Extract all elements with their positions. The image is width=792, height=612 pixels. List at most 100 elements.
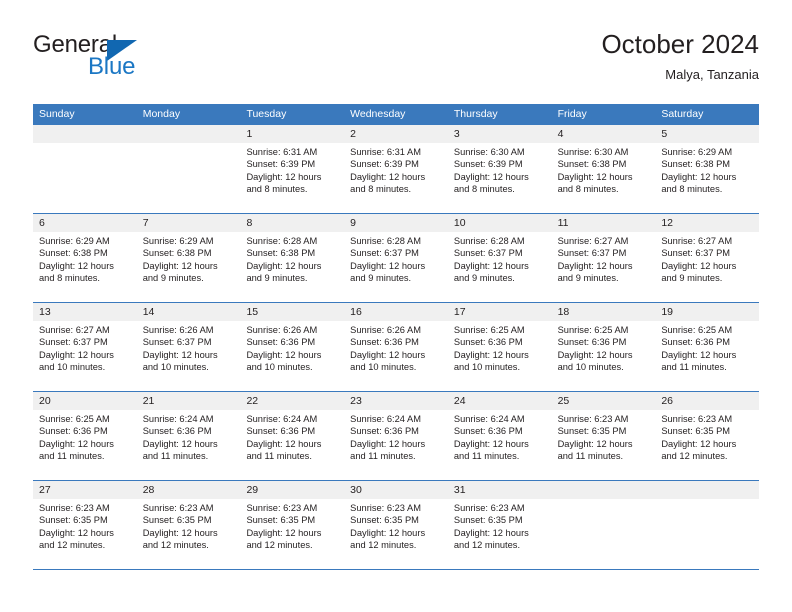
day-cell[interactable]: Sunrise: 6:23 AM Sunset: 6:35 PM Daylight:… xyxy=(655,410,759,480)
day-number[interactable]: 1 xyxy=(240,125,344,143)
day-cell[interactable]: Sunrise: 6:23 AM Sunset: 6:35 PM Daylight:… xyxy=(552,410,656,480)
day-daylight-line-text: and 10 minutes. xyxy=(453,362,521,373)
day-number-empty xyxy=(552,481,656,499)
day-cell[interactable]: Sunrise: 6:26 AM Sunset: 6:37 PM Daylight:… xyxy=(137,321,241,391)
day-number[interactable]: 17 xyxy=(448,303,552,321)
day-sunset-text: Sunset: 6:35 PM xyxy=(142,515,212,526)
day-cell-empty xyxy=(137,143,241,213)
day-number[interactable]: 25 xyxy=(552,392,656,410)
day-cell[interactable]: Sunrise: 6:29 AM Sunset: 6:38 PM Daylight:… xyxy=(655,143,759,213)
day-sunrise-text: Sunrise: 6:29 AM xyxy=(142,236,214,246)
day-cell[interactable]: Sunrise: 6:23 AM Sunset: 6:35 PM Daylight:… xyxy=(137,499,241,569)
day-cell[interactable]: Sunrise: 6:23 AM Sunset: 6:35 PM Daylight:… xyxy=(448,499,552,569)
day-number[interactable]: 8 xyxy=(240,214,344,232)
calendar-grid: Sunday Monday Tuesday Wednesday Thursday Frid… xyxy=(33,104,759,570)
day-cell[interactable]: Sunrise: 6:31 AM Sunset: 6:39 PM Daylight:… xyxy=(344,143,448,213)
day-number[interactable]: 7 xyxy=(137,214,241,232)
day-daylight-line-text: Daylight: 12 hours xyxy=(142,260,218,271)
day-number[interactable]: 4 xyxy=(552,125,656,143)
calendar-weeks: 1 2 3 4 5 Sunrise: 6:31 AM Sunset: 6:39 PM Dayl… xyxy=(33,125,759,570)
day-cell[interactable]: Sunrise: 6:26 AM Sunset: 6:36 PM Daylight:… xyxy=(240,321,344,391)
day-number[interactable]: 6 xyxy=(33,214,137,232)
day-daylight-line-text: and 12 minutes. xyxy=(39,540,106,551)
day-cell[interactable]: Sunrise: 6:25 AM Sunset: 6:36 PM Daylight:… xyxy=(552,321,656,391)
day-number[interactable]: 30 xyxy=(344,481,448,499)
day-number[interactable]: 31 xyxy=(448,481,552,499)
day-number[interactable]: 24 xyxy=(448,392,552,410)
day-daylight-line-text: Daylight: 12 hours xyxy=(246,260,322,271)
day-sunset-text: Sunset: 6:38 PM xyxy=(39,248,108,259)
day-number[interactable]: 27 xyxy=(33,481,137,499)
day-number[interactable]: 11 xyxy=(552,214,656,232)
day-sunrise-text: Sunrise: 6:24 AM xyxy=(246,414,318,424)
calendar-week-row: 27 28 29 30 31 Sunrise: 6:23 AM Sunset: 6:35 P… xyxy=(33,481,759,570)
day-daylight-line-text: Daylight: 12 hours xyxy=(142,349,218,360)
day-cell[interactable]: Sunrise: 6:30 AM Sunset: 6:38 PM Daylight:… xyxy=(552,143,656,213)
day-number[interactable]: 23 xyxy=(344,392,448,410)
day-daylight-line-text: and 9 minutes. xyxy=(453,273,515,284)
day-cell[interactable]: Sunrise: 6:23 AM Sunset: 6:35 PM Daylight:… xyxy=(344,499,448,569)
day-number[interactable]: 9 xyxy=(344,214,448,232)
day-cell[interactable]: Sunrise: 6:28 AM Sunset: 6:38 PM Daylight:… xyxy=(240,232,344,302)
day-number[interactable]: 28 xyxy=(137,481,241,499)
day-cell[interactable]: Sunrise: 6:25 AM Sunset: 6:36 PM Daylight:… xyxy=(33,410,137,480)
day-cell[interactable]: Sunrise: 6:27 AM Sunset: 6:37 PM Daylight:… xyxy=(33,321,137,391)
day-cell[interactable]: Sunrise: 6:29 AM Sunset: 6:38 PM Daylight:… xyxy=(137,232,241,302)
day-cell[interactable]: Sunrise: 6:27 AM Sunset: 6:37 PM Daylight:… xyxy=(655,232,759,302)
day-cell[interactable]: Sunrise: 6:29 AM Sunset: 6:38 PM Daylight:… xyxy=(33,232,137,302)
day-cell[interactable]: Sunrise: 6:28 AM Sunset: 6:37 PM Daylight:… xyxy=(344,232,448,302)
weekday-header-tuesday: Tuesday xyxy=(246,108,287,120)
day-sunset-text: Sunset: 6:36 PM xyxy=(453,337,523,348)
day-daylight-line-text: and 8 minutes. xyxy=(453,184,515,195)
day-number[interactable]: 22 xyxy=(240,392,344,410)
day-daylight-line-text: and 12 minutes. xyxy=(453,540,521,551)
day-number[interactable]: 2 xyxy=(344,125,448,143)
day-cell[interactable]: Sunrise: 6:24 AM Sunset: 6:36 PM Daylight:… xyxy=(344,410,448,480)
day-cell[interactable]: Sunrise: 6:30 AM Sunset: 6:39 PM Daylight:… xyxy=(448,143,552,213)
day-cell[interactable]: Sunrise: 6:23 AM Sunset: 6:35 PM Daylight:… xyxy=(240,499,344,569)
day-number-empty xyxy=(33,125,137,143)
page-subtitle: Malya, Tanzania xyxy=(665,67,759,82)
day-cell[interactable]: Sunrise: 6:28 AM Sunset: 6:37 PM Daylight:… xyxy=(448,232,552,302)
day-sunset-text: Sunset: 6:36 PM xyxy=(350,337,419,348)
day-cell[interactable]: Sunrise: 6:31 AM Sunset: 6:39 PM Daylight:… xyxy=(240,143,344,213)
day-number[interactable]: 13 xyxy=(33,303,137,321)
day-number[interactable]: 19 xyxy=(655,303,759,321)
day-number-empty xyxy=(655,481,759,499)
day-number[interactable]: 29 xyxy=(240,481,344,499)
calendar-week-row: 1 2 3 4 5 Sunrise: 6:31 AM Sunset: 6:39 PM Dayl… xyxy=(33,125,759,214)
day-number[interactable]: 10 xyxy=(448,214,552,232)
day-sunrise-text: Sunrise: 6:27 AM xyxy=(557,236,629,246)
day-sunset-text: Sunset: 6:37 PM xyxy=(453,248,523,259)
day-number[interactable]: 21 xyxy=(137,392,241,410)
week-date-strip: 12345 xyxy=(33,125,759,143)
weekday-header-thursday: Thursday xyxy=(453,108,498,120)
day-daylight-line-text: and 8 minutes. xyxy=(39,273,100,284)
generalblue-logo[interactable]: General Blue xyxy=(33,32,253,92)
day-number[interactable]: 20 xyxy=(33,392,137,410)
day-sunset-text: Sunset: 6:39 PM xyxy=(453,159,523,170)
day-cell[interactable]: Sunrise: 6:24 AM Sunset: 6:36 PM Daylight:… xyxy=(137,410,241,480)
day-sunset-text: Sunset: 6:38 PM xyxy=(661,159,731,170)
day-number[interactable]: 16 xyxy=(344,303,448,321)
day-cell[interactable]: Sunrise: 6:24 AM Sunset: 6:36 PM Daylight:… xyxy=(448,410,552,480)
day-cell[interactable]: Sunrise: 6:25 AM Sunset: 6:36 PM Daylight:… xyxy=(655,321,759,391)
day-daylight-line-text: Daylight: 12 hours xyxy=(453,260,529,271)
weekday-header-saturday: Saturday xyxy=(661,108,704,120)
day-daylight-line-text: and 8 minutes. xyxy=(661,184,723,195)
day-number[interactable]: 26 xyxy=(655,392,759,410)
day-number[interactable]: 5 xyxy=(655,125,759,143)
day-number[interactable]: 12 xyxy=(655,214,759,232)
day-cell[interactable]: Sunrise: 6:23 AM Sunset: 6:35 PM Daylight:… xyxy=(33,499,137,569)
day-cell[interactable]: Sunrise: 6:24 AM Sunset: 6:36 PM Daylight:… xyxy=(240,410,344,480)
day-cell[interactable]: Sunrise: 6:25 AM Sunset: 6:36 PM Daylight:… xyxy=(448,321,552,391)
day-number[interactable]: 15 xyxy=(240,303,344,321)
day-number[interactable]: 3 xyxy=(448,125,552,143)
day-cell[interactable]: Sunrise: 6:27 AM Sunset: 6:37 PM Daylight:… xyxy=(552,232,656,302)
day-daylight-line-text: and 9 minutes. xyxy=(661,273,723,284)
day-sunrise-text: Sunrise: 6:30 AM xyxy=(453,147,525,157)
day-cell[interactable]: Sunrise: 6:26 AM Sunset: 6:36 PM Daylight:… xyxy=(344,321,448,391)
day-number[interactable]: 14 xyxy=(137,303,241,321)
day-sunset-text: Sunset: 6:35 PM xyxy=(39,515,108,526)
day-number[interactable]: 18 xyxy=(552,303,656,321)
